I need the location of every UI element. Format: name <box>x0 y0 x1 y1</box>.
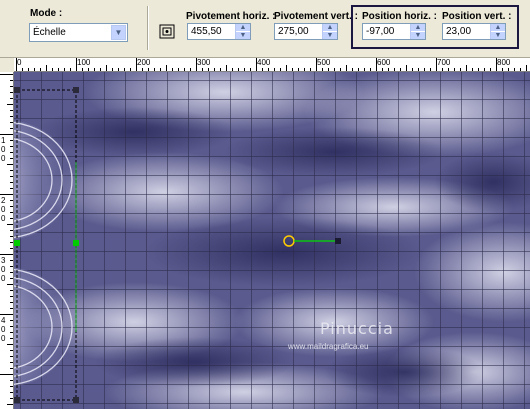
ruler-label: 2 <box>1 196 6 205</box>
ruler-ticks <box>16 58 527 71</box>
spin-down-icon[interactable]: ▼ <box>323 32 337 39</box>
ruler-label: 500 <box>317 58 331 67</box>
ruler-label: 0 <box>1 274 6 283</box>
pivot-v-spinner[interactable]: ▲ ▼ <box>322 24 337 39</box>
pivot-v-value: 275,00 <box>278 26 309 37</box>
pos-h-label: Position horiz. : <box>362 11 437 22</box>
spin-up-icon[interactable]: ▲ <box>236 24 250 32</box>
spin-up-icon[interactable]: ▲ <box>411 24 425 32</box>
resize-handle <box>73 87 79 93</box>
ruler-label: 0 <box>1 325 6 334</box>
mode-dropdown[interactable]: Échelle ▼ <box>29 23 128 42</box>
spin-up-icon[interactable]: ▲ <box>323 24 337 32</box>
spin-down-icon[interactable]: ▼ <box>411 32 425 39</box>
pos-v-value: 23,00 <box>446 26 472 37</box>
pivot-h-field[interactable]: 455,50 ▲ ▼ <box>187 23 251 40</box>
resize-handle <box>14 87 20 93</box>
ruler-label: 700 <box>437 58 451 67</box>
ruler-label: 400 <box>257 58 271 67</box>
mode-value: Échelle <box>33 27 66 38</box>
resize-handle <box>73 397 79 403</box>
ruler-label: 0 <box>1 214 6 223</box>
watermark-url: www.maildragrafica.eu <box>288 342 369 351</box>
watermark-name: Pinuccia <box>320 319 394 338</box>
spin-down-icon[interactable]: ▼ <box>236 32 250 39</box>
ruler-label: 200 <box>137 58 151 67</box>
ruler-label: 0 <box>1 205 6 214</box>
pivot-h-spinner[interactable]: ▲ ▼ <box>235 24 250 39</box>
pos-v-field[interactable]: 23,00 ▲ ▼ <box>442 23 506 40</box>
tool-options-toolbar: Mode : Échelle ▼ Pivotement horiz. : 455… <box>0 0 530 58</box>
ruler-label: 800 <box>497 58 511 67</box>
pivot-h-value: 455,50 <box>191 26 222 37</box>
image-canvas[interactable]: Pinuccia www.maildragrafica.eu <box>14 72 530 409</box>
pivot-v-field[interactable]: 275,00 ▲ ▼ <box>274 23 338 40</box>
pos-v-label: Position vert. : <box>442 11 512 22</box>
pivot-v-label: Pivotement vert. : <box>274 11 358 22</box>
ruler-label: 1 <box>1 136 6 145</box>
ruler-label: 0 <box>1 145 6 154</box>
pos-h-field[interactable]: -97,00 ▲ ▼ <box>362 23 426 40</box>
ruler-label: 0 <box>1 154 6 163</box>
toolbar-separator <box>147 6 149 50</box>
mode-label: Mode : <box>30 8 63 19</box>
ruler-label: 300 <box>197 58 211 67</box>
ruler-corner <box>0 58 14 72</box>
pos-h-value: -97,00 <box>366 26 395 37</box>
resize-handle <box>14 397 20 403</box>
resize-handle <box>14 240 20 246</box>
canvas-artwork <box>14 72 530 409</box>
spin-up-icon[interactable]: ▲ <box>491 24 505 32</box>
pos-v-spinner[interactable]: ▲ ▼ <box>490 24 505 39</box>
pivot-tool-icon[interactable] <box>159 24 175 39</box>
vertical-ruler[interactable]: 1 0 0 2 0 0 3 0 0 4 0 0 <box>0 72 14 409</box>
ruler-label: 0 <box>17 58 22 67</box>
ruler-label: 3 <box>1 256 6 265</box>
horizontal-ruler[interactable]: 0 100 200 300 400 500 600 700 800 <box>14 58 530 72</box>
pos-h-spinner[interactable]: ▲ ▼ <box>410 24 425 39</box>
pivot-h-label: Pivotement horiz. : <box>186 11 276 22</box>
resize-handle <box>73 240 79 246</box>
ruler-label: 600 <box>377 58 391 67</box>
spin-down-icon[interactable]: ▼ <box>491 32 505 39</box>
ruler-label: 4 <box>1 316 6 325</box>
ruler-label: 100 <box>77 58 91 67</box>
ruler-label: 0 <box>1 334 6 343</box>
ruler-label: 0 <box>1 265 6 274</box>
ruler-ticks <box>0 74 13 405</box>
chevron-down-icon[interactable]: ▼ <box>111 25 126 40</box>
